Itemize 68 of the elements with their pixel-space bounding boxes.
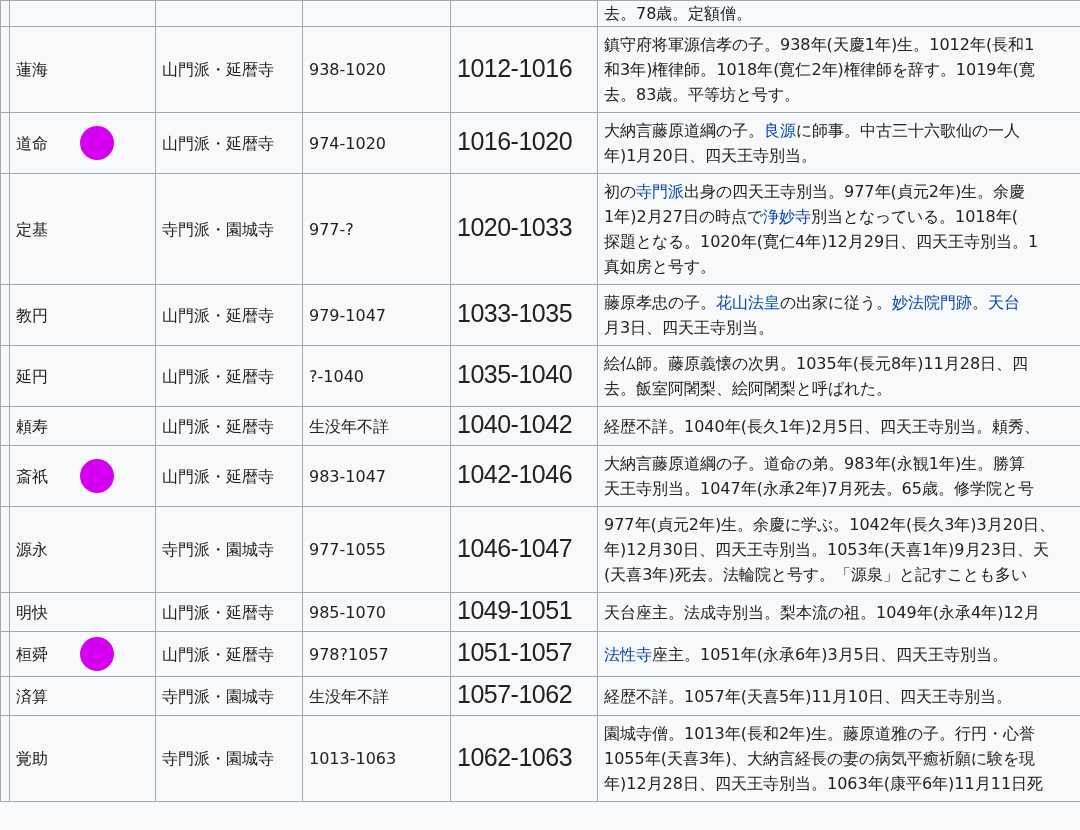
- table-cell: 生没年不詳: [309, 686, 389, 706]
- table-cell-text: 道命: [16, 132, 48, 155]
- table-cell-text: 明快: [16, 601, 48, 624]
- description-text: 絵仏師。藤原義懐の次男。1035年(長元8年)11月28日、四 去。飯室阿闍梨、絵阿闍梨と呼ばれた。: [604, 353, 1030, 400]
- table-cell-text: 桓舜: [16, 643, 48, 666]
- table-cell: 山門派・延暦寺: [162, 644, 274, 664]
- link[interactable]: 良源: [764, 121, 796, 140]
- link[interactable]: 寺門派: [636, 182, 684, 201]
- link[interactable]: 浄妙寺: [762, 207, 811, 226]
- description-text: 大納言藤原道綱の子。良源に師事。中古三十六歌仙の一人 年)1月20日、四天王寺別当。: [604, 120, 1021, 167]
- table-cell-text: 斎祇: [16, 465, 48, 488]
- table-cell: 山門派・延暦寺: [162, 602, 274, 622]
- table-cell-text: 覚助: [16, 748, 48, 770]
- description-text: 大納言藤原道綱の子。道命の弟。983年(永観1年)生。勝算 天王寺別当。1047年(永承2年)7月死去。65歳。修学院と号: [604, 453, 1035, 500]
- table-cell: 938-1020: [309, 60, 387, 79]
- table-cell: 山門派・延暦寺: [162, 305, 274, 325]
- link[interactable]: 法性寺: [604, 644, 652, 664]
- table-cell: 寺門派・園城寺: [162, 540, 274, 559]
- table-cell: 977-?: [309, 219, 354, 239]
- link[interactable]: 天台: [988, 293, 1020, 312]
- table-cell: 1012-1016: [457, 53, 573, 82]
- table-cell: 1046-1047: [457, 533, 573, 562]
- table-cell: 1040-1042: [457, 410, 573, 438]
- table-cell: 1016-1020: [457, 127, 573, 155]
- table-cell: 1051-1057: [457, 638, 573, 666]
- description-text: 977年(貞元2年)生。余慶に学ぶ。1042年(長久3年)3月20日、 年)12月30日、四天王寺別当。1053年(天喜1年)9月23日、天 (天喜3年)死去。法輪院と号す。「源泉」と記すことも多い: [604, 514, 1057, 586]
- table-cell: 1013-1063: [309, 749, 397, 768]
- table-cell: 山門派・延暦寺: [162, 416, 274, 436]
- table-cell: 1057-1062: [457, 680, 573, 708]
- table-cell: 寺門派・園城寺: [162, 686, 274, 706]
- table-cell: 寺門派・園城寺: [162, 749, 274, 768]
- table-cell-text: 済算: [16, 685, 48, 708]
- description-text: 藤原孝忠の子。花山法皇の出家に従う。妙法院門跡。天台 月3日、四天王寺別当。: [604, 292, 1021, 339]
- table-cell-text: 教円: [16, 304, 48, 327]
- table-cell: 1035-1040: [457, 360, 573, 388]
- table-cell: 985-1070: [309, 602, 387, 622]
- table-cell: 山門派・延暦寺: [162, 466, 274, 486]
- table-cell: 978?1057: [309, 644, 389, 664]
- table-cell: 寺門派・園城寺: [162, 219, 274, 239]
- description-text: 園城寺僧。1013年(長和2年)生。藤原道雅の子。行円・心誉 1055年(天喜3年)、大納言経長の妻の病気平癒祈願に験を現 年)12月28日、四天王寺別当。1063年(康平6年)11月11日死: [604, 723, 1045, 795]
- table-cell-text: 延円: [16, 365, 48, 388]
- table-cell: 974-1020: [309, 133, 387, 153]
- table-cell-text: 源永: [16, 539, 48, 561]
- table-cell: 1042-1046: [457, 460, 573, 488]
- table-cell: 山門派・延暦寺: [162, 60, 274, 79]
- link[interactable]: 妙法院門跡: [892, 293, 972, 312]
- table-cell: 979-1047: [309, 305, 387, 325]
- table-cell-text: 蓮海: [16, 59, 48, 81]
- table-cell: 977-1055: [309, 540, 387, 559]
- description-text: 初の寺門派出身の四天王寺別当。977年(貞元2年)生。余慶 1年)2月27日の時点で浄妙寺別当となっている。1018年( 探題となる。1020年(寛仁4年)12月29日、四天王寺別当。1 真如房と号す。: [604, 181, 1040, 278]
- table-cell: 1033-1035: [457, 299, 573, 327]
- table-cell: 1020-1033: [457, 213, 573, 241]
- table-cell: 1062-1063: [457, 742, 573, 771]
- link[interactable]: 花山法皇: [716, 293, 780, 312]
- table-cell: 山門派・延暦寺: [162, 366, 274, 386]
- description-text: 鎮守府将軍源信孝の子。938年(天慶1年)生。1012年(長和1 和3年)権律師。1018年(寛仁2年)権律師を辞す。1019年(寛 去。83歳。平等坊と号す。: [604, 34, 1036, 106]
- description-text: 去。78歳。定額僧。: [604, 3, 754, 25]
- description-text: 経歴不詳。1057年(天喜5年)11月10日、四天王寺別当。: [604, 685, 1014, 708]
- table-cell-text: 定基: [16, 218, 48, 241]
- table-cell-text: 頼寿: [16, 415, 48, 438]
- description-text: 天台座主。法成寺別当。梨本流の祖。1049年(永承4年)12月: [604, 601, 1041, 624]
- table-cell: 山門派・延暦寺: [162, 133, 274, 153]
- description-text: 経歴不詳。1040年(長久1年)2月5日、四天王寺別当。頼秀、: [604, 415, 1041, 438]
- table-cell: 983-1047: [309, 466, 387, 486]
- table-cell: 1049-1051: [457, 596, 573, 624]
- table-cell: ?-1040: [309, 366, 364, 386]
- description-text: 法性寺座主。1051年(永承6年)3月5日、四天王寺別当。: [604, 643, 1009, 666]
- table-cell: 生没年不詳: [309, 416, 389, 436]
